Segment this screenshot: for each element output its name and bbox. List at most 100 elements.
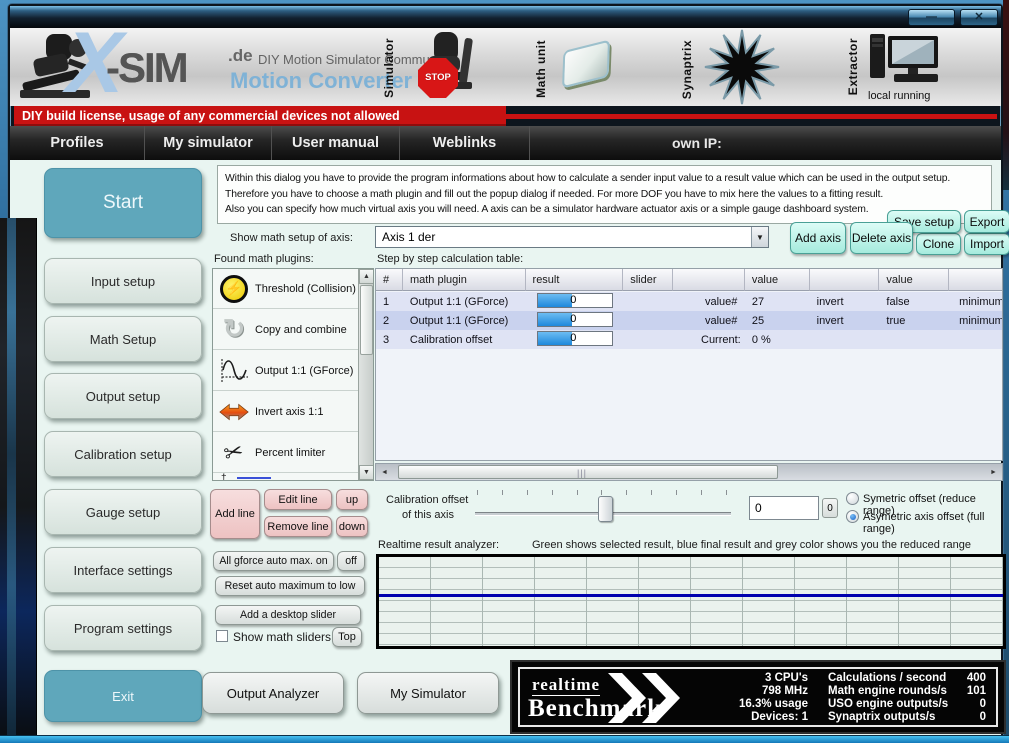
license-banner: DIY build license, usage of any commerci…	[10, 106, 1001, 126]
plugin-name: Percent limiter	[255, 447, 325, 459]
export-button[interactable]: Export	[964, 210, 1009, 233]
math-setup-page: Start Input setup Math Setup Output setu…	[10, 160, 1001, 735]
plugin-item-percent-limiter[interactable]: ✂ Percent limiter	[213, 433, 359, 473]
calibration-label-2: of this axis	[402, 509, 454, 521]
benchmark-counters: Calculations / second400 Math engine rou…	[814, 672, 996, 723]
sidebar-item-program-settings[interactable]: Program settings	[44, 605, 202, 651]
extractor-status: local running	[868, 90, 930, 102]
add-axis-button[interactable]: Add axis	[790, 222, 846, 254]
add-desktop-slider-button[interactable]: Add a desktop slider	[215, 605, 361, 625]
gforce-off-button[interactable]: off	[337, 551, 365, 571]
sidebar-item-exit[interactable]: Exit	[44, 670, 202, 722]
starburst-icon[interactable]	[702, 28, 782, 106]
move-up-button[interactable]: up	[336, 489, 368, 510]
plugin-list-scrollbar[interactable]: ▲ ▼	[358, 269, 373, 480]
axis-select[interactable]: Axis 1 der ▼	[375, 226, 769, 248]
plugin-item-partial[interactable]: †	[213, 474, 359, 481]
module-label-extractor: Extractor	[846, 38, 860, 95]
benchmark-logo: realtime Benchmark	[520, 669, 702, 725]
col-result: result	[526, 269, 624, 291]
plugin-scroll-thumb[interactable]	[360, 285, 373, 355]
module-label-math-unit: Math unit	[534, 40, 548, 98]
calibration-slider-thumb[interactable]	[598, 496, 613, 522]
description-line-1: Within this dialog you have to provide t…	[225, 171, 984, 187]
move-down-button[interactable]: down	[336, 516, 368, 537]
plugins-label: Found math plugins:	[214, 253, 314, 265]
menu-profiles[interactable]: Profiles	[10, 126, 145, 160]
scroll-up-icon[interactable]: ▲	[359, 269, 374, 284]
description-line-3: Also you can specify how much virtual ax…	[225, 202, 984, 218]
scroll-down-icon[interactable]: ▼	[359, 465, 374, 480]
xsim-window: — ✕ X -SIM .de DIY Motion Simulator Comm…	[8, 4, 1003, 737]
table-horizontal-scrollbar[interactable]: ◄ ||| ►	[375, 463, 1003, 481]
scroll-right-icon[interactable]: ►	[986, 464, 1001, 480]
sidebar-item-output-setup[interactable]: Output setup	[44, 373, 202, 419]
sidebar-item-start[interactable]: Start	[44, 168, 202, 238]
import-button[interactable]: Import	[964, 233, 1009, 255]
benchmark-panel: realtime Benchmark 3 CPU's 798 MHz 16.3%…	[510, 660, 1006, 734]
plugin-name: Output 1:1 (GForce)	[255, 365, 353, 377]
logo-de: .de	[228, 46, 253, 66]
reset-auto-maximum-button[interactable]: Reset auto maximum to low	[215, 576, 365, 596]
cpu-chip-icon[interactable]	[562, 39, 610, 88]
title-bar[interactable]: — ✕	[10, 6, 1001, 28]
plugin-item-threshold[interactable]: ⚡ Threshold (Collision)	[213, 269, 359, 309]
result-bar: 0	[537, 293, 613, 308]
remove-line-button[interactable]: Remove line	[264, 516, 332, 537]
minimize-button[interactable]: —	[908, 9, 955, 26]
desktop: — ✕ X -SIM .de DIY Motion Simulator Comm…	[0, 0, 1009, 743]
scroll-left-icon[interactable]: ◄	[377, 464, 392, 480]
my-simulator-button[interactable]: My Simulator	[357, 672, 499, 714]
cpu-mhz: 798 MHz	[762, 685, 808, 697]
cpu-usage: 16.3% usage	[739, 698, 808, 710]
license-divider	[506, 114, 997, 119]
sidebar-item-math-setup[interactable]: Math Setup	[44, 316, 202, 362]
output-analyzer-button[interactable]: Output Analyzer	[202, 672, 344, 714]
sidebar-item-gauge-setup[interactable]: Gauge setup	[44, 489, 202, 535]
chevron-down-icon[interactable]: ▼	[751, 227, 768, 247]
sidebar-item-input-setup[interactable]: Input setup	[44, 258, 202, 304]
delete-axis-button[interactable]: Delete axis	[850, 222, 913, 254]
table-row[interactable]: 1 Output 1:1 (GForce) 0 value# 27 invert…	[376, 292, 1002, 311]
sidebar-item-calibration-setup[interactable]: Calibration setup	[44, 431, 202, 477]
top-button[interactable]: Top	[332, 627, 362, 647]
axis-selector-label: Show math setup of axis:	[230, 232, 353, 244]
menu-my-simulator[interactable]: My simulator	[145, 126, 272, 160]
asymetric-offset-label: Asymetric axis offset (full range)	[863, 511, 1001, 535]
menu-weblinks[interactable]: Weblinks	[400, 126, 530, 160]
show-math-sliders-label: Show math sliders	[233, 630, 331, 644]
benchmark-system-stats: 3 CPU's 798 MHz 16.3% usage Devices: 1	[702, 672, 814, 723]
add-line-button[interactable]: Add line	[210, 489, 260, 539]
col-blank-1	[673, 269, 745, 291]
plugin-item-output-gforce[interactable]: Output 1:1 (GForce)	[213, 351, 359, 391]
close-button[interactable]: ✕	[960, 9, 998, 26]
result-bar: 0	[537, 331, 613, 346]
cpu-count: 3 CPU's	[765, 672, 808, 684]
asymetric-offset-radio[interactable]	[846, 510, 859, 523]
table-row[interactable]: 3 Calibration offset 0 Current: 0 %	[376, 330, 1002, 349]
col-num: #	[376, 269, 403, 291]
plugin-name: Invert axis 1:1	[255, 406, 323, 418]
edit-line-button[interactable]: Edit line	[264, 489, 332, 510]
module-label-synaptrix: Synaptrix	[680, 40, 694, 99]
hscroll-thumb[interactable]: |||	[398, 465, 778, 479]
header-banner: X -SIM .de DIY Motion Simulator Communit…	[10, 28, 1001, 106]
plugin-item-invert-axis[interactable]: Invert axis 1:1	[213, 392, 359, 432]
extractor-computer-icon[interactable]	[868, 30, 944, 88]
plugin-name: Threshold (Collision)	[255, 283, 356, 295]
calibration-zero-button[interactable]: 0	[822, 498, 838, 518]
menu-user-manual[interactable]: User manual	[272, 126, 400, 160]
show-math-sliders-checkbox[interactable]	[216, 630, 228, 642]
taskbar-edge	[0, 735, 1009, 743]
symetric-offset-radio[interactable]	[846, 492, 859, 505]
gforce-auto-max-button[interactable]: All gforce auto max. on	[213, 551, 334, 571]
calc-table: # math plugin result slider value value …	[375, 268, 1003, 461]
minimize-icon: —	[926, 11, 937, 23]
col-value-1: value	[745, 269, 810, 291]
result-analyzer-graph	[376, 554, 1006, 649]
plugin-item-copy-combine[interactable]: ↻ Copy and combine	[213, 310, 359, 350]
calibration-value-input[interactable]	[749, 496, 819, 520]
sidebar-item-interface-settings[interactable]: Interface settings	[44, 547, 202, 593]
table-row[interactable]: 2 Output 1:1 (GForce) 0 value# 25 invert…	[376, 311, 1002, 330]
clone-button[interactable]: Clone	[916, 233, 961, 255]
